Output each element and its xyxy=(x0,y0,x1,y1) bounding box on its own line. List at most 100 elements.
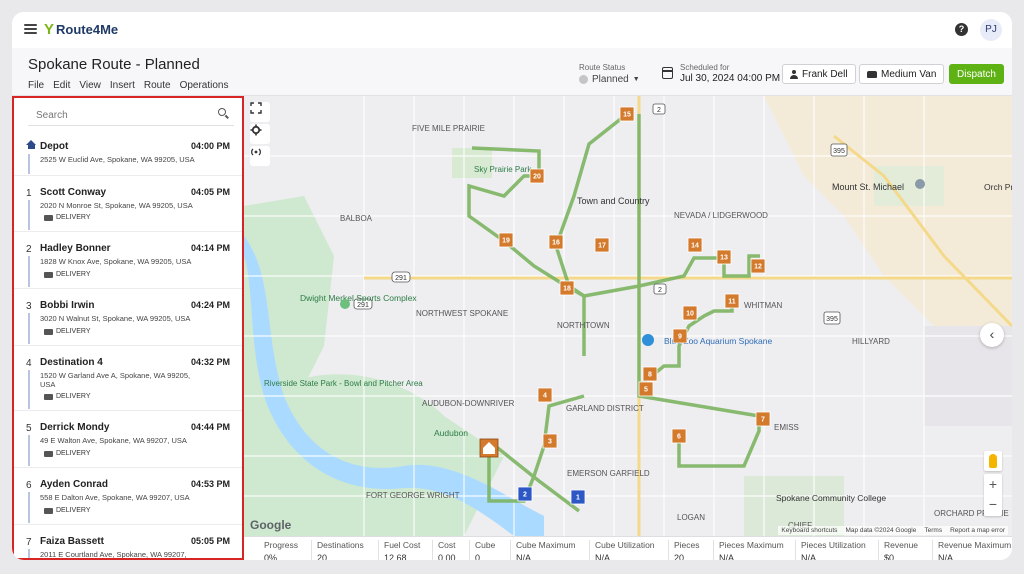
help-icon[interactable]: ? xyxy=(955,23,968,36)
place-pin-icon xyxy=(915,179,925,189)
label-fort-george-wright: FORT GEORGE WRIGHT xyxy=(366,491,460,500)
stop-row[interactable]: Depot 04:00 PM 2525 W Euclid Ave, Spokane,… xyxy=(14,130,242,176)
label-northtown: NORTHTOWN xyxy=(557,321,610,330)
menu-route[interactable]: Route xyxy=(144,80,171,91)
stop-marker[interactable]: 1 xyxy=(570,489,586,505)
label-riverside-state-park: Riverside State Park - Bowl and Pitcher … xyxy=(264,379,423,388)
page-title: Spokane Route - Planned xyxy=(28,56,200,73)
stat-divider xyxy=(878,540,879,560)
stop-marker[interactable]: 11 xyxy=(724,293,740,309)
user-avatar[interactable]: PJ xyxy=(980,19,1002,41)
menu-view[interactable]: View xyxy=(79,80,101,91)
label-spokane-cc: Spokane Community College xyxy=(776,493,886,503)
menu-bar: File Edit View Insert Route Operations xyxy=(28,80,228,91)
report-map-error-link[interactable]: Report a map error xyxy=(950,527,1005,534)
street-view-icon[interactable] xyxy=(984,451,1002,471)
fullscreen-icon[interactable] xyxy=(250,102,270,122)
stat-item: Fuel Cost 12.68 xyxy=(384,540,420,560)
stop-marker[interactable]: 9 xyxy=(672,328,688,344)
menu-operations[interactable]: Operations xyxy=(180,80,229,91)
scheduled-label: Scheduled for xyxy=(680,63,730,72)
menu-file[interactable]: File xyxy=(28,80,44,91)
menu-insert[interactable]: Insert xyxy=(110,80,135,91)
stop-marker[interactable]: 6 xyxy=(671,428,687,444)
stop-marker[interactable]: 4 xyxy=(537,387,553,403)
truck-icon xyxy=(44,328,53,335)
stop-marker[interactable]: 2 xyxy=(517,486,533,502)
stop-row[interactable]: 1 Scott Conway 04:05 PM 2020 N Monroe St, S… xyxy=(14,176,242,232)
search-icon[interactable] xyxy=(218,108,226,116)
truck-icon xyxy=(44,393,53,400)
logo-mark-icon: Y xyxy=(44,21,55,38)
terms-link[interactable]: Terms xyxy=(924,527,942,534)
stop-marker-number: 17 xyxy=(598,243,606,250)
stop-marker[interactable]: 15 xyxy=(619,106,635,122)
stop-row[interactable]: 5 Derrick Mondy 04:44 PM 49 E Walton Ave, S… xyxy=(14,411,242,468)
stop-row[interactable]: 2 Hadley Bonner 04:14 PM 1828 W Knox Ave, S… xyxy=(14,232,242,289)
gear-icon[interactable] xyxy=(250,124,270,144)
stop-row[interactable]: 6 Ayden Conrad 04:53 PM 558 E Dalton Ave, S… xyxy=(14,468,242,525)
vehicle-button[interactable]: Medium Van xyxy=(859,64,945,84)
stop-marker[interactable]: 12 xyxy=(750,258,766,274)
route-status-select[interactable]: Planned ▼ xyxy=(579,74,640,85)
chevron-left-icon[interactable]: ‹ xyxy=(980,323,1004,347)
top-bar: Y Route4Me ? PJ xyxy=(12,12,1012,48)
stat-item: Cube Utilization N/A xyxy=(595,540,655,560)
stat-label: Cube Utilization xyxy=(595,540,655,550)
stop-marker[interactable]: 18 xyxy=(559,280,575,296)
stop-marker-number: 6 xyxy=(677,434,681,441)
stat-item: Cube Maximum N/A xyxy=(516,540,576,560)
stop-marker-number: 5 xyxy=(644,387,648,394)
stat-label: Progress xyxy=(264,540,299,550)
stop-address: 558 E Dalton Ave, Spokane, WA 99207, USA xyxy=(40,493,190,502)
stop-marker[interactable]: 10 xyxy=(682,305,698,321)
label-mount-st-michael: Mount St. Michael xyxy=(832,182,904,192)
menu-edit[interactable]: Edit xyxy=(53,80,70,91)
stop-row[interactable]: 4 Destination 4 04:32 PM 1520 W Garland Ave… xyxy=(14,346,242,411)
stop-marker[interactable]: 5 xyxy=(638,381,654,397)
depot-marker[interactable] xyxy=(479,438,499,458)
stop-name: Bobbi Irwin xyxy=(40,300,95,311)
stat-divider xyxy=(713,540,714,560)
stop-row[interactable]: 7 Faiza Bassett 05:05 PM 2011 E Courtland A… xyxy=(14,525,242,558)
stat-item: Cube 0 xyxy=(475,540,495,560)
stop-marker[interactable]: 7 xyxy=(755,411,771,427)
zoom-in-button[interactable]: + xyxy=(984,474,1002,494)
stop-marker[interactable]: 20 xyxy=(529,168,545,184)
stat-value: N/A xyxy=(719,553,735,560)
stop-address: 2020 N Monroe St, Spokane, WA 99205, USA xyxy=(40,201,193,210)
route-map[interactable]: 2 291 395 395 2 291 FIVE MILE PRAIRIE Sk… xyxy=(244,96,1012,536)
stat-label: Cube xyxy=(475,540,496,550)
status-dot-icon xyxy=(579,75,588,84)
stop-row[interactable]: 3 Bobbi Irwin 04:24 PM 3020 N Walnut St, Sp… xyxy=(14,289,242,346)
search-field[interactable]: Search xyxy=(28,104,234,126)
app-window: Y Route4Me ? PJ Spokane Route - Planned … xyxy=(12,12,1012,560)
driver-label: Frank Dell xyxy=(802,68,848,80)
stop-marker-number: 14 xyxy=(691,243,699,250)
app-logo[interactable]: Y Route4Me xyxy=(44,21,118,38)
stop-address: 3020 N Walnut St, Spokane, WA 99205, USA xyxy=(40,314,191,323)
scheduled-value[interactable]: Jul 30, 2024 04:00 PM xyxy=(680,73,780,84)
hamburger-menu-icon[interactable] xyxy=(24,24,37,34)
search-input[interactable]: Search xyxy=(36,110,68,121)
driver-button[interactable]: Frank Dell xyxy=(782,64,856,84)
stat-label: Cost xyxy=(438,540,456,550)
stop-marker[interactable]: 13 xyxy=(716,249,732,265)
stop-marker[interactable]: 3 xyxy=(542,433,558,449)
stop-marker[interactable]: 14 xyxy=(687,237,703,253)
map-data-text: Map data ©2024 Google xyxy=(845,527,917,534)
stop-marker[interactable]: 16 xyxy=(548,234,564,250)
stop-timeline-bar xyxy=(28,256,30,287)
stat-divider xyxy=(469,540,470,560)
stat-divider xyxy=(932,540,933,560)
keyboard-shortcuts-link[interactable]: Keyboard shortcuts xyxy=(781,527,837,534)
dispatch-button[interactable]: Dispatch xyxy=(949,64,1004,84)
stop-number: 6 xyxy=(26,480,32,491)
stop-marker[interactable]: 17 xyxy=(594,237,610,253)
delivery-label: DELIVERY xyxy=(56,507,91,514)
stop-marker[interactable]: 19 xyxy=(498,232,514,248)
zoom-out-button[interactable]: − xyxy=(984,494,1002,514)
stop-marker[interactable]: 8 xyxy=(642,366,658,382)
broadcast-icon[interactable] xyxy=(250,146,270,166)
stop-marker-number: 2 xyxy=(523,492,527,499)
